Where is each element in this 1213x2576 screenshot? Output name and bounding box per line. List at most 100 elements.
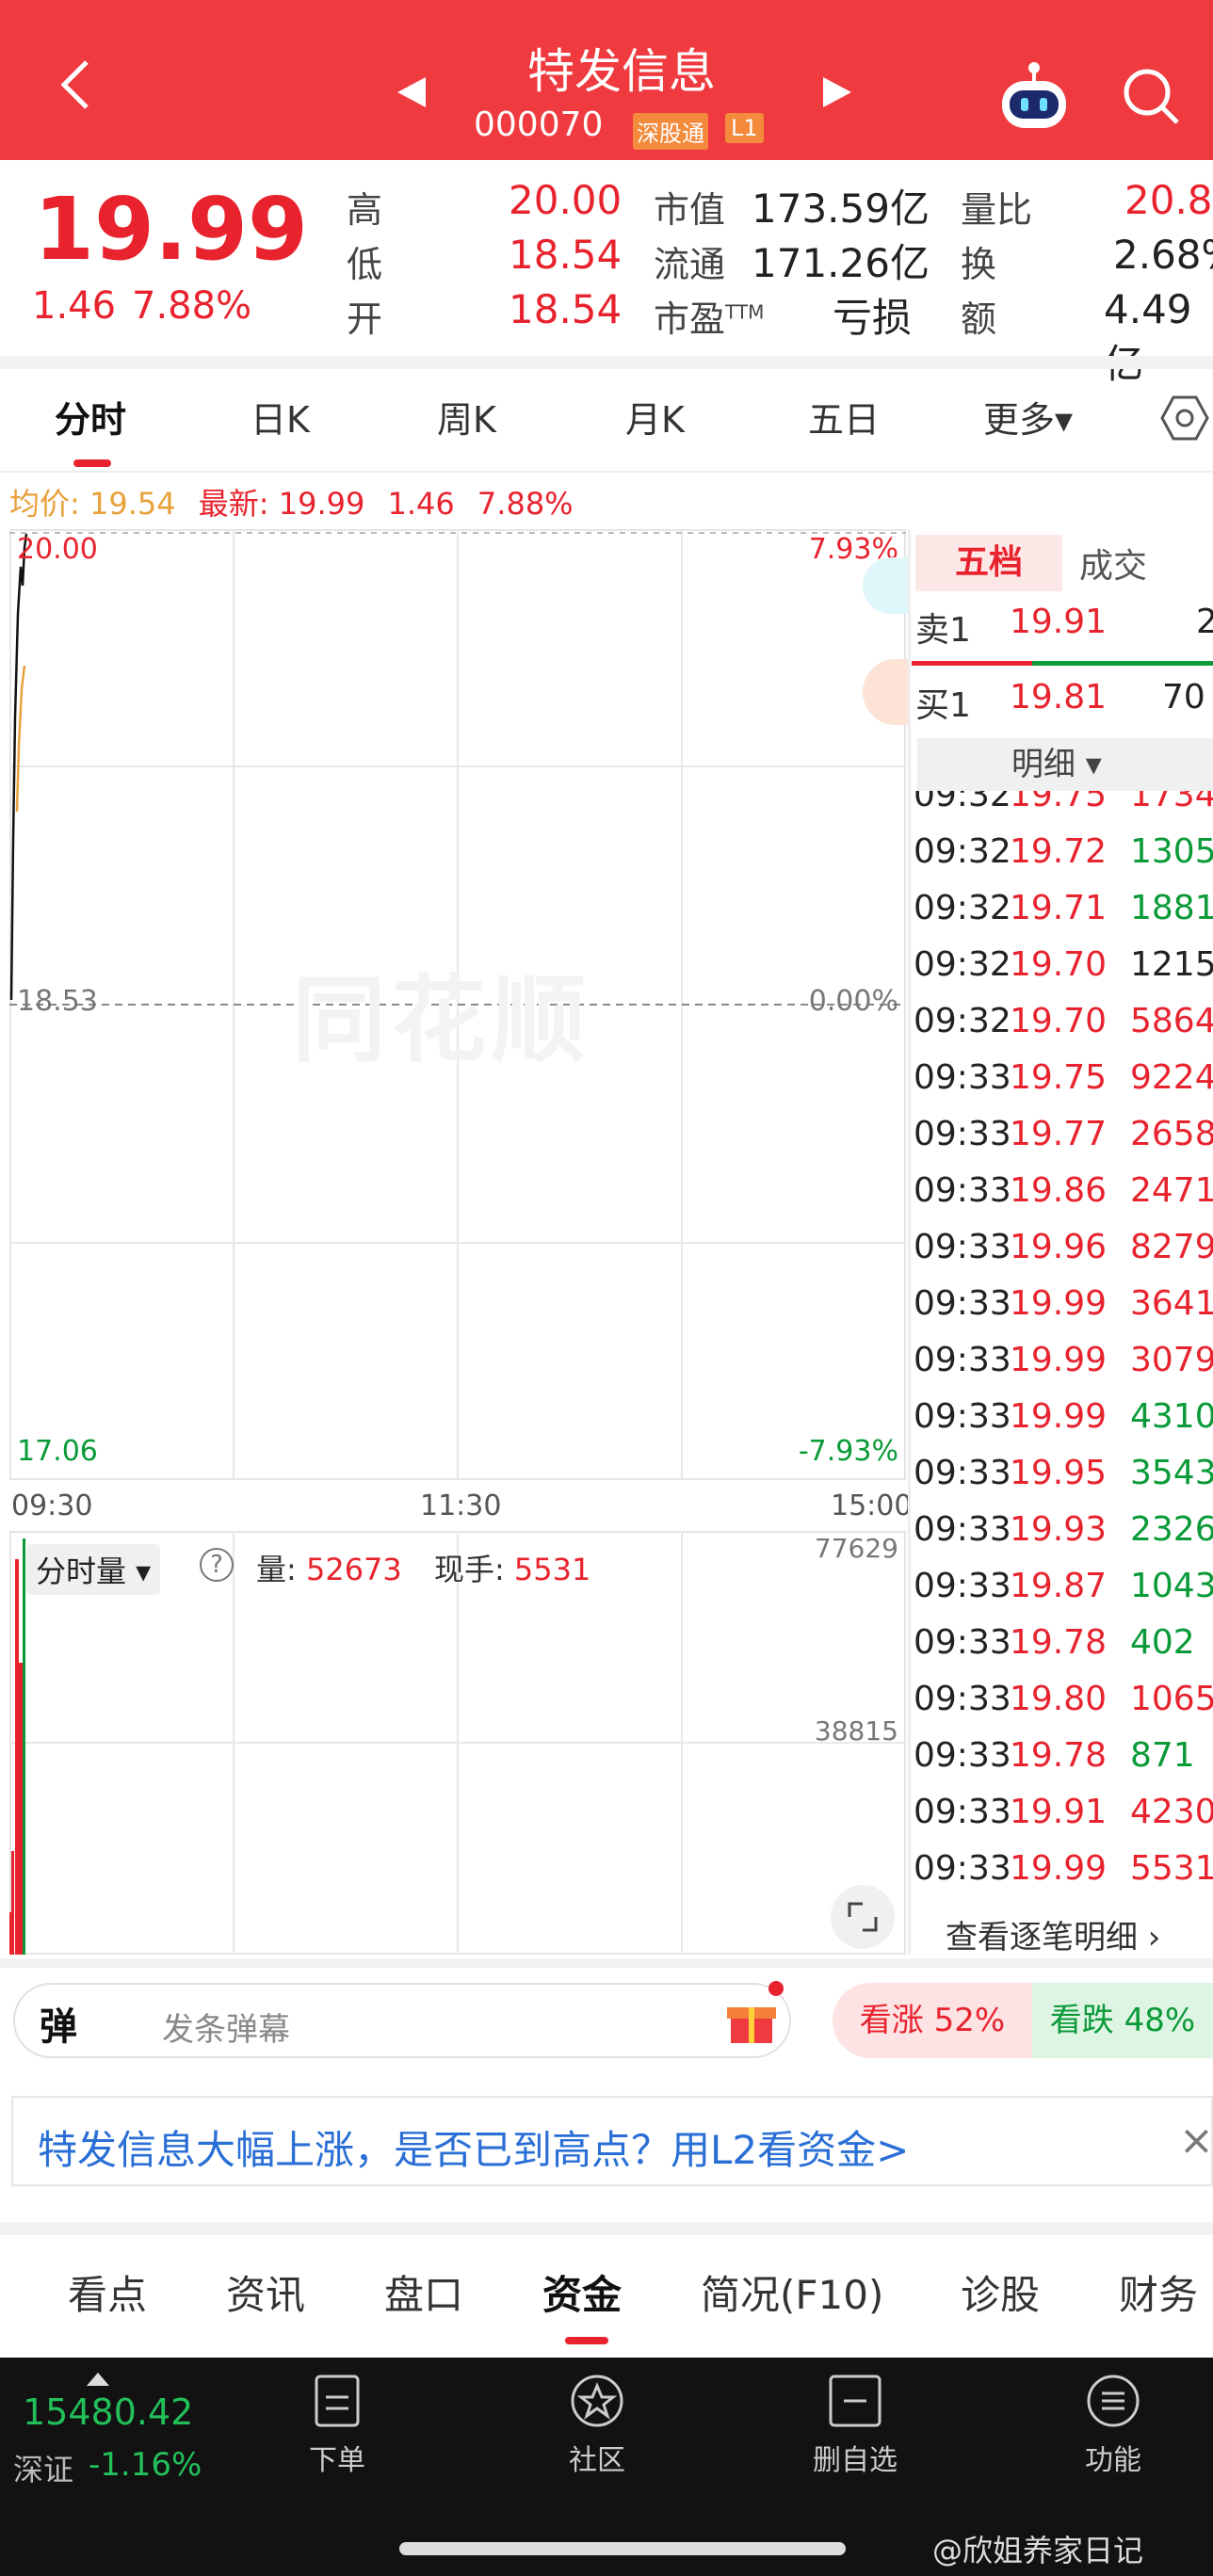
sell-1-volume: 2 [1196, 603, 1213, 641]
trade-volume: 1305 [1130, 832, 1213, 871]
y-bottom-pct: -7.93% [798, 1435, 898, 1468]
trade-time: 09:33 [914, 1680, 1011, 1718]
x-label-open: 09:30 [11, 1489, 93, 1522]
index-pct: -1.16% [89, 2446, 202, 2484]
nav-community[interactable]: 社区 [559, 2373, 635, 2478]
help-icon[interactable]: ? [200, 1548, 234, 1582]
back-icon[interactable] [55, 56, 102, 113]
view-tick-details-link[interactable]: 查看逐笔明细 › [946, 1911, 1160, 1957]
float-cap-value: 171.26亿 [752, 240, 930, 286]
trade-row: 09:32 19.70 5864 [914, 994, 1213, 1051]
fullscreen-icon[interactable] [831, 1885, 895, 1949]
tab-five-day[interactable]: 五日 [808, 391, 880, 443]
trade-price: 19.78 [1010, 1623, 1108, 1662]
subtab-diagnosis[interactable]: 诊股 [961, 2263, 1040, 2321]
trade-price: 19.70 [1010, 1002, 1108, 1040]
quote-panel: 19.99 1.46 7.88% 高 20.00 低 18.54 开 18.54… [0, 160, 1213, 387]
search-icon[interactable] [1121, 66, 1181, 130]
volume-ratio-label: 量比 [961, 189, 1033, 231]
trade-time: 09:32 [914, 1002, 1011, 1040]
order-icon [315, 2375, 360, 2427]
gift-icon[interactable] [725, 1994, 778, 2051]
current-hand-label: 现手: [433, 1552, 505, 1587]
nav-order-label: 下单 [309, 2444, 365, 2477]
chart-settings-icon[interactable] [1160, 394, 1209, 446]
subtab-profile[interactable]: 简况(F10) [701, 2263, 883, 2321]
trade-price: 19.91 [1010, 1793, 1108, 1831]
trade-volume: 4310 [1130, 1397, 1213, 1436]
buy-1-volume: 70 [1162, 678, 1205, 716]
bullish-vote-button[interactable]: 看涨 52% [833, 1983, 1032, 2058]
volume-mid-label: 38815 [814, 1715, 898, 1747]
tab-weekly-k[interactable]: 周K [437, 391, 496, 443]
pe-value: 亏损 [833, 295, 913, 341]
robot-assistant-icon[interactable] [996, 60, 1072, 136]
trade-time: 09:33 [914, 1623, 1011, 1662]
trade-price: 19.87 [1010, 1567, 1108, 1605]
next-stock-icon[interactable] [821, 75, 855, 113]
bearish-vote-button[interactable]: 看跌 48% [1032, 1983, 1213, 2058]
y-top-price: 20.00 [17, 533, 98, 566]
bottom-navigation: 15480.42 深证 -1.16% 下单 社区 删自选 功能 @欣姐养家日记 [0, 2358, 1213, 2576]
trade-volume: 871 [1130, 1736, 1195, 1775]
trade-row: 09:33 19.95 3543 [914, 1446, 1213, 1503]
trade-time: 09:32 [914, 832, 1011, 871]
nav-remove-watchlist[interactable]: 删自选 [808, 2373, 902, 2478]
side-tab-trades[interactable]: 成交 [1079, 539, 1147, 588]
close-icon[interactable]: × [1179, 2117, 1213, 2165]
promo-banner[interactable]: 特发信息大幅上涨，是否已到高点？用L2看资金> × [11, 2096, 1213, 2186]
trade-price: 19.71 [1010, 889, 1108, 927]
y-mid-pct: 0.00% [808, 985, 898, 1018]
volume-chart[interactable]: 分时量 ▾ ? 量: 52673 现手: 5531 77629 38815 [9, 1531, 906, 1955]
intraday-price-chart[interactable]: 同花顺 20.00 7.93% 18.53 0.00% 17.06 -7.93% [9, 529, 910, 1480]
volume-label: 量: [256, 1552, 297, 1587]
trade-row: 09:32 19.70 1215 [914, 938, 1213, 994]
index-name: 深证 [13, 2452, 74, 2487]
trade-price: 19.93 [1010, 1510, 1108, 1549]
average-price-line: 均价: 19.54 最新: 19.99 1.46 7.88% [9, 480, 574, 523]
avg-value: 19.54 [89, 486, 176, 522]
trade-time: 09:33 [914, 1736, 1011, 1775]
nav-functions[interactable]: 功能 [1076, 2373, 1151, 2478]
danmu-icon: 弹 [40, 2005, 77, 2049]
trade-time: 09:33 [914, 1567, 1011, 1605]
trade-price: 19.70 [1010, 945, 1108, 984]
menu-icon [1087, 2375, 1140, 2427]
subtab-highlights[interactable]: 看点 [68, 2263, 147, 2321]
trade-time: 09:33 [914, 1284, 1011, 1323]
tab-monthly-k[interactable]: 月K [625, 391, 685, 443]
volume-indicator-select[interactable]: 分时量 ▾ [26, 1544, 161, 1595]
price-change: 1.46 [32, 284, 117, 328]
detail-select[interactable]: 明细 ▾ [917, 738, 1213, 791]
prev-stock-icon[interactable] [394, 75, 428, 113]
subtab-news[interactable]: 资讯 [226, 2263, 305, 2321]
trade-price: 19.86 [1010, 1171, 1108, 1210]
subtab-orderbook[interactable]: 盘口 [384, 2263, 463, 2321]
tab-daily-k[interactable]: 日K [251, 391, 310, 443]
subtab-capital[interactable]: 资金 [542, 2263, 622, 2321]
shenzhen-connect-badge: 深股通 [633, 113, 708, 150]
trade-volume: 5531 [1130, 1849, 1213, 1888]
index-ticker[interactable]: 15480.42 深证 -1.16% [13, 2367, 239, 2508]
home-indicator[interactable] [399, 2542, 846, 2555]
trade-time: 09:33 [914, 1058, 1011, 1097]
trade-list[interactable]: 09:32 19.75 1734 09:32 19.72 1305 09:32 19.71 18… [914, 791, 1213, 1902]
sell-1-row: 卖1 19.91 2 [914, 603, 1213, 659]
tab-more[interactable]: 更多▾ [983, 391, 1073, 443]
volume-bar [19, 1663, 23, 1955]
side-tab-five-levels[interactable]: 五档 [915, 535, 1062, 591]
tab-intraday[interactable]: 分时 [55, 391, 126, 443]
nav-order[interactable]: 下单 [299, 2373, 375, 2478]
subtab-finance[interactable]: 财务 [1119, 2263, 1198, 2321]
pe-ttm-sup: TTM [725, 300, 765, 324]
x-label-noon: 11:30 [420, 1489, 502, 1522]
float-cap-label: 流通 [654, 244, 726, 285]
trade-list-rows: 09:32 19.75 1734 09:32 19.72 1305 09:32 19.71 18… [914, 791, 1213, 1898]
latest-change: 1.46 [387, 486, 455, 522]
latest-label: 最新: [198, 486, 269, 522]
nav-community-label: 社区 [569, 2444, 625, 2477]
danmu-input[interactable]: 弹 发条弹幕 [13, 1981, 791, 2058]
pe-label: 市盈TTM [654, 290, 764, 342]
trade-volume: 402 [1130, 1623, 1195, 1662]
arrow-up-icon [87, 2373, 109, 2386]
